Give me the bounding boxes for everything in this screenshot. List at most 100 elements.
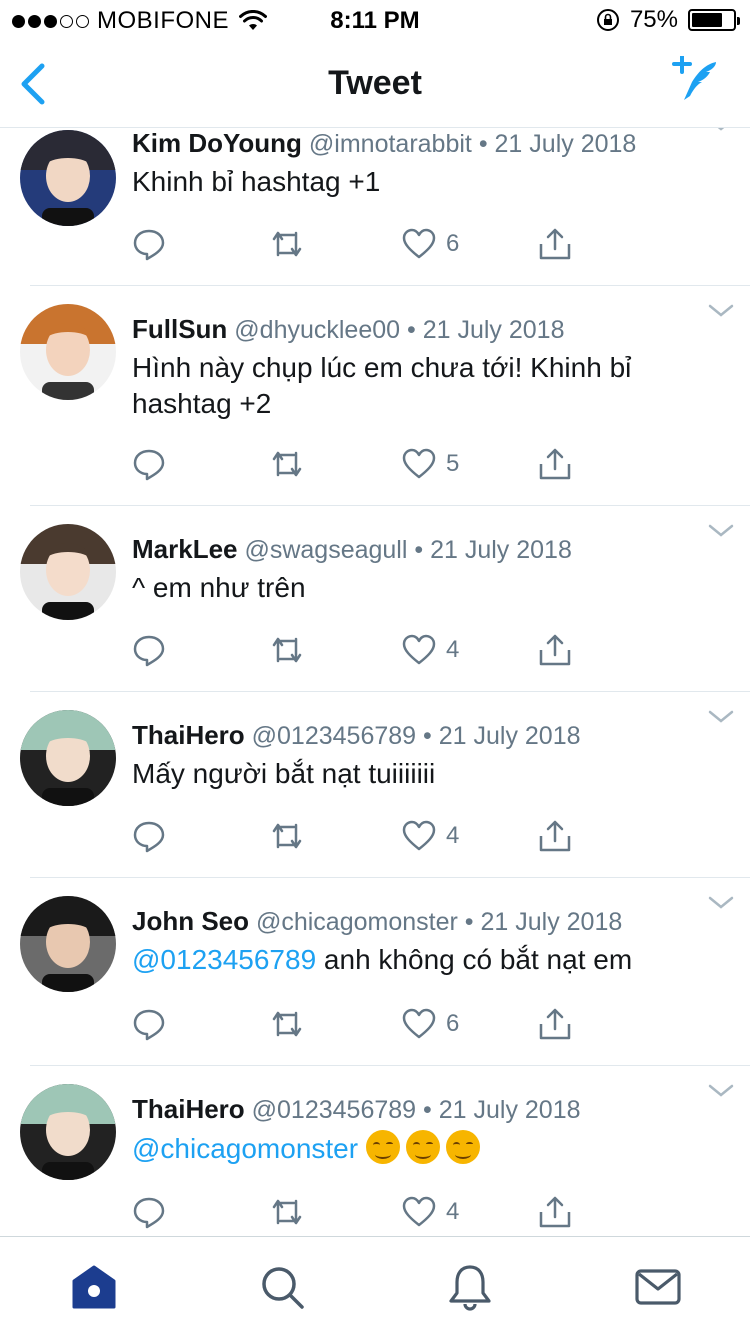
author-name[interactable]: FullSun (132, 314, 227, 344)
heart-icon (402, 820, 436, 851)
tweet-header: John Seo @chicagomonster • 21 July 2018 (132, 906, 622, 937)
share-button[interactable] (538, 1004, 572, 1044)
tab-notifications[interactable] (446, 1263, 494, 1311)
tweet-actions: 4 (132, 1192, 612, 1232)
share-button[interactable] (538, 444, 572, 484)
reply-icon (133, 1009, 165, 1041)
author-handle[interactable]: @dhyucklee00 (234, 316, 400, 344)
tweet-text: Khinh bỉ hashtag +1 (132, 164, 712, 200)
avatar[interactable] (20, 710, 116, 806)
reply-button[interactable] (132, 1004, 166, 1044)
smiling-face-emoji-icon (365, 1130, 400, 1164)
retweet-button[interactable] (270, 1192, 304, 1232)
retweet-icon (272, 637, 302, 663)
author-name[interactable]: ThaiHero (132, 1094, 245, 1124)
tweet-body: anh không có bắt nạt em (316, 944, 633, 975)
like-button[interactable]: 4 (402, 816, 459, 856)
author-handle[interactable]: @0123456789 (252, 1096, 416, 1124)
avatar[interactable] (20, 130, 116, 226)
tweet-text: @chicagomonster (132, 1130, 712, 1167)
retweet-button[interactable] (270, 630, 304, 670)
reply-feed[interactable]: Kim DoYoung @imnotarabbit • 21 July 2018… (0, 128, 750, 1236)
tweet-header: ThaiHero @0123456789 • 21 July 2018 (132, 1094, 581, 1125)
retweet-button[interactable] (270, 224, 304, 264)
compose-tweet-icon[interactable] (668, 56, 722, 106)
avatar[interactable] (20, 304, 116, 400)
avatar[interactable] (20, 896, 116, 992)
author-name[interactable]: ThaiHero (132, 720, 245, 750)
chevron-down-icon[interactable] (708, 128, 734, 132)
author-name[interactable]: John Seo (132, 906, 249, 936)
avatar[interactable] (20, 1084, 116, 1180)
reply-button[interactable] (132, 630, 166, 670)
reply-icon (133, 635, 165, 667)
author-handle[interactable]: @swagseagull (244, 536, 407, 564)
author-handle[interactable]: @0123456789 (252, 722, 416, 750)
like-button[interactable]: 4 (402, 1192, 459, 1232)
tab-home[interactable] (70, 1263, 118, 1311)
retweet-icon (272, 451, 302, 477)
battery-level (692, 13, 722, 27)
retweet-button[interactable] (270, 444, 304, 484)
reply-button[interactable] (132, 816, 166, 856)
tweet-item[interactable]: ThaiHero @0123456789 • 21 July 2018 Mấy … (20, 692, 750, 878)
tweet-actions: 4 (132, 630, 612, 670)
reply-button[interactable] (132, 444, 166, 484)
avatar[interactable] (20, 524, 116, 620)
chevron-down-icon[interactable] (708, 1084, 734, 1098)
separator: • (464, 908, 474, 936)
like-count: 5 (446, 450, 460, 477)
reply-icon (133, 449, 165, 481)
chevron-down-icon[interactable] (708, 304, 734, 318)
author-handle[interactable]: @imnotarabbit (309, 130, 472, 158)
home-icon (72, 1265, 116, 1309)
reply-button[interactable] (132, 1192, 166, 1232)
chevron-down-icon[interactable] (708, 710, 734, 724)
heart-icon (402, 228, 436, 259)
author-handle[interactable]: @chicagomonster (256, 908, 458, 936)
tweet-item[interactable]: MarkLee @swagseagull • 21 July 2018 ^ em… (20, 506, 750, 692)
author-name[interactable]: Kim DoYoung (132, 128, 302, 158)
share-icon (539, 634, 571, 666)
retweet-button[interactable] (270, 1004, 304, 1044)
chevron-down-icon[interactable] (708, 524, 734, 538)
status-right: 75% (596, 6, 740, 34)
mention-link[interactable]: @chicagomonster (132, 1133, 358, 1164)
tweet-date: 21 July 2018 (430, 536, 572, 564)
separator: • (423, 1096, 432, 1124)
tab-search[interactable] (258, 1263, 306, 1311)
tweet-header: Kim DoYoung @imnotarabbit • 21 July 2018 (132, 128, 636, 159)
tweet-item[interactable]: John Seo @chicagomonster • 21 July 2018 … (20, 878, 750, 1066)
tweet-date: 21 July 2018 (480, 908, 623, 936)
retweet-button[interactable] (270, 816, 304, 856)
like-button[interactable]: 6 (402, 1004, 459, 1044)
tweet-item[interactable]: ThaiHero @0123456789 • 21 July 2018 @chi… (20, 1066, 750, 1236)
share-button[interactable] (538, 1192, 572, 1232)
tab-messages[interactable] (634, 1263, 682, 1311)
tweet-text: @0123456789 anh không có bắt nạt em (132, 942, 712, 978)
like-button[interactable]: 6 (402, 224, 459, 264)
tweet-item[interactable]: Kim DoYoung @imnotarabbit • 21 July 2018… (20, 128, 750, 286)
like-button[interactable]: 4 (402, 630, 459, 670)
tweet-item[interactable]: FullSun @dhyucklee00 • 21 July 2018 Hình… (20, 286, 750, 506)
tweet-header: MarkLee @swagseagull • 21 July 2018 (132, 534, 572, 565)
author-name[interactable]: MarkLee (132, 534, 238, 564)
reply-icon (133, 1197, 165, 1229)
like-count: 6 (446, 230, 460, 257)
tab-bar (0, 1236, 750, 1334)
separator: • (478, 130, 488, 158)
separator: • (423, 722, 432, 750)
share-icon (539, 820, 571, 852)
share-button[interactable] (538, 224, 572, 264)
like-button[interactable]: 5 (402, 444, 459, 484)
like-count: 4 (446, 822, 460, 849)
chevron-down-icon[interactable] (708, 896, 734, 910)
tweet-actions: 6 (132, 1004, 612, 1044)
share-button[interactable] (538, 816, 572, 856)
like-count: 4 (446, 636, 460, 663)
tweet-body: Hình này chụp lúc em chưa tới! Khinh bỉ … (132, 352, 632, 419)
reply-button[interactable] (132, 224, 166, 264)
separator: • (414, 536, 424, 564)
share-button[interactable] (538, 630, 572, 670)
mention-link[interactable]: @0123456789 (132, 944, 316, 975)
